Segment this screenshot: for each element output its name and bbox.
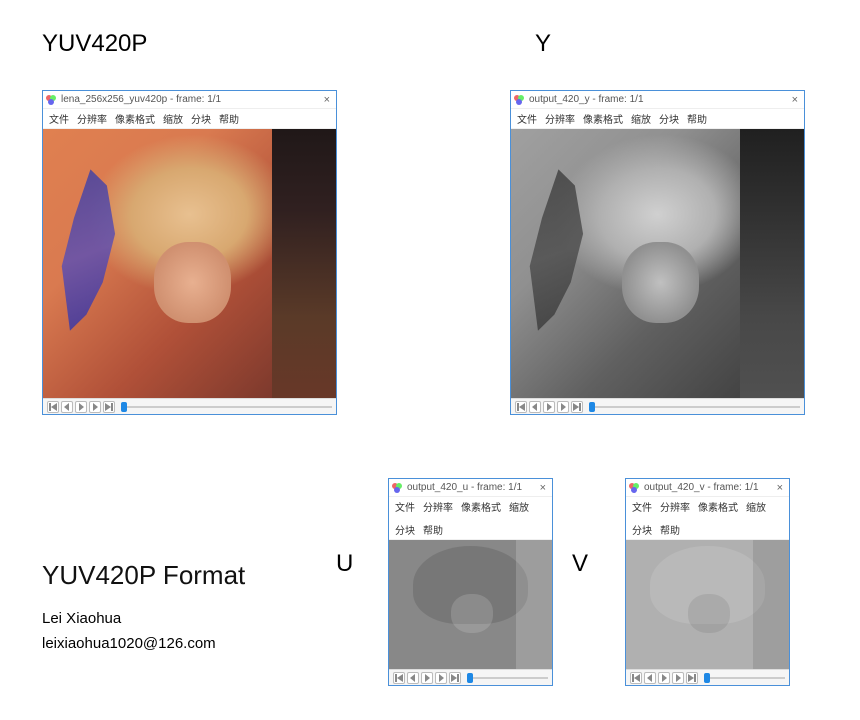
menu-pixel-format[interactable]: 像素格式 xyxy=(115,111,155,126)
menu-resolution[interactable]: 分辨率 xyxy=(423,499,453,514)
menubar: 文件 分辨率 像素格式 缩放 分块 帮助 xyxy=(43,109,336,129)
image-content-u xyxy=(389,540,552,669)
close-icon[interactable]: × xyxy=(536,482,550,494)
image-content-color xyxy=(43,129,336,398)
last-frame-icon[interactable] xyxy=(449,672,461,684)
frame-slider[interactable] xyxy=(704,677,785,679)
menu-resolution[interactable]: 分辨率 xyxy=(77,111,107,126)
menu-resolution[interactable]: 分辨率 xyxy=(545,111,575,126)
app-icon xyxy=(45,94,57,106)
statusbar xyxy=(626,669,789,685)
menu-file[interactable]: 文件 xyxy=(49,111,69,126)
format-title: YUV420P Format xyxy=(42,560,245,591)
last-frame-icon[interactable] xyxy=(571,401,583,413)
credit-author: Lei Xiaohua xyxy=(42,610,121,627)
window-u: output_420_u - frame: 1/1 × 文件 分辨率 像素格式 … xyxy=(388,478,553,686)
window-y: output_420_y - frame: 1/1 × 文件 分辨率 像素格式 … xyxy=(510,90,805,415)
close-icon[interactable]: × xyxy=(320,94,334,106)
menu-chunk[interactable]: 分块 xyxy=(632,522,652,537)
window-title: output_420_v - frame: 1/1 xyxy=(644,482,773,493)
play-icon[interactable] xyxy=(75,401,87,413)
play-icon[interactable] xyxy=(421,672,433,684)
menu-zoom[interactable]: 缩放 xyxy=(631,111,651,126)
window-v: output_420_v - frame: 1/1 × 文件 分辨率 像素格式 … xyxy=(625,478,790,686)
menu-pixel-format[interactable]: 像素格式 xyxy=(698,499,738,514)
menu-chunk[interactable]: 分块 xyxy=(395,522,415,537)
frame-slider[interactable] xyxy=(589,406,800,408)
play-icon[interactable] xyxy=(543,401,555,413)
next-frame-icon[interactable] xyxy=(435,672,447,684)
prev-frame-icon[interactable] xyxy=(61,401,73,413)
menubar: 文件 分辨率 像素格式 缩放 分块 帮助 xyxy=(511,109,804,129)
frame-slider[interactable] xyxy=(467,677,548,679)
menu-pixel-format[interactable]: 像素格式 xyxy=(583,111,623,126)
window-yuv420p: lena_256x256_yuv420p - frame: 1/1 × 文件 分… xyxy=(42,90,337,415)
play-icon[interactable] xyxy=(658,672,670,684)
menu-chunk[interactable]: 分块 xyxy=(659,111,679,126)
menu-resolution[interactable]: 分辨率 xyxy=(660,499,690,514)
last-frame-icon[interactable] xyxy=(103,401,115,413)
menu-help[interactable]: 帮助 xyxy=(660,522,680,537)
next-frame-icon[interactable] xyxy=(557,401,569,413)
last-frame-icon[interactable] xyxy=(686,672,698,684)
label-yuv420p: YUV420P xyxy=(42,30,147,58)
menu-zoom[interactable]: 缩放 xyxy=(163,111,183,126)
close-icon[interactable]: × xyxy=(773,482,787,494)
first-frame-icon[interactable] xyxy=(47,401,59,413)
next-frame-icon[interactable] xyxy=(672,672,684,684)
frame-slider[interactable] xyxy=(121,406,332,408)
app-icon xyxy=(513,94,525,106)
label-u: U xyxy=(336,550,353,578)
titlebar: output_420_u - frame: 1/1 × xyxy=(389,479,552,497)
app-icon xyxy=(628,482,640,494)
prev-frame-icon[interactable] xyxy=(644,672,656,684)
close-icon[interactable]: × xyxy=(788,94,802,106)
menu-file[interactable]: 文件 xyxy=(632,499,652,514)
prev-frame-icon[interactable] xyxy=(529,401,541,413)
menubar: 文件 分辨率 像素格式 缩放 分块 帮助 xyxy=(626,497,789,540)
window-title: output_420_y - frame: 1/1 xyxy=(529,94,788,105)
image-content-v xyxy=(626,540,789,669)
next-frame-icon[interactable] xyxy=(89,401,101,413)
menu-file[interactable]: 文件 xyxy=(517,111,537,126)
first-frame-icon[interactable] xyxy=(630,672,642,684)
menu-chunk[interactable]: 分块 xyxy=(191,111,211,126)
menubar: 文件 分辨率 像素格式 缩放 分块 帮助 xyxy=(389,497,552,540)
app-icon xyxy=(391,482,403,494)
label-y: Y xyxy=(535,30,551,58)
image-content-y xyxy=(511,129,804,398)
statusbar xyxy=(43,398,336,414)
menu-file[interactable]: 文件 xyxy=(395,499,415,514)
menu-pixel-format[interactable]: 像素格式 xyxy=(461,499,501,514)
prev-frame-icon[interactable] xyxy=(407,672,419,684)
credit-email: leixiaohua1020@126.com xyxy=(42,635,216,652)
menu-help[interactable]: 帮助 xyxy=(219,111,239,126)
first-frame-icon[interactable] xyxy=(393,672,405,684)
window-title: output_420_u - frame: 1/1 xyxy=(407,482,536,493)
first-frame-icon[interactable] xyxy=(515,401,527,413)
titlebar: output_420_y - frame: 1/1 × xyxy=(511,91,804,109)
menu-zoom[interactable]: 缩放 xyxy=(509,499,529,514)
titlebar: lena_256x256_yuv420p - frame: 1/1 × xyxy=(43,91,336,109)
label-v: V xyxy=(572,550,588,578)
titlebar: output_420_v - frame: 1/1 × xyxy=(626,479,789,497)
menu-help[interactable]: 帮助 xyxy=(423,522,443,537)
window-title: lena_256x256_yuv420p - frame: 1/1 xyxy=(61,94,320,105)
statusbar xyxy=(389,669,552,685)
statusbar xyxy=(511,398,804,414)
menu-zoom[interactable]: 缩放 xyxy=(746,499,766,514)
menu-help[interactable]: 帮助 xyxy=(687,111,707,126)
